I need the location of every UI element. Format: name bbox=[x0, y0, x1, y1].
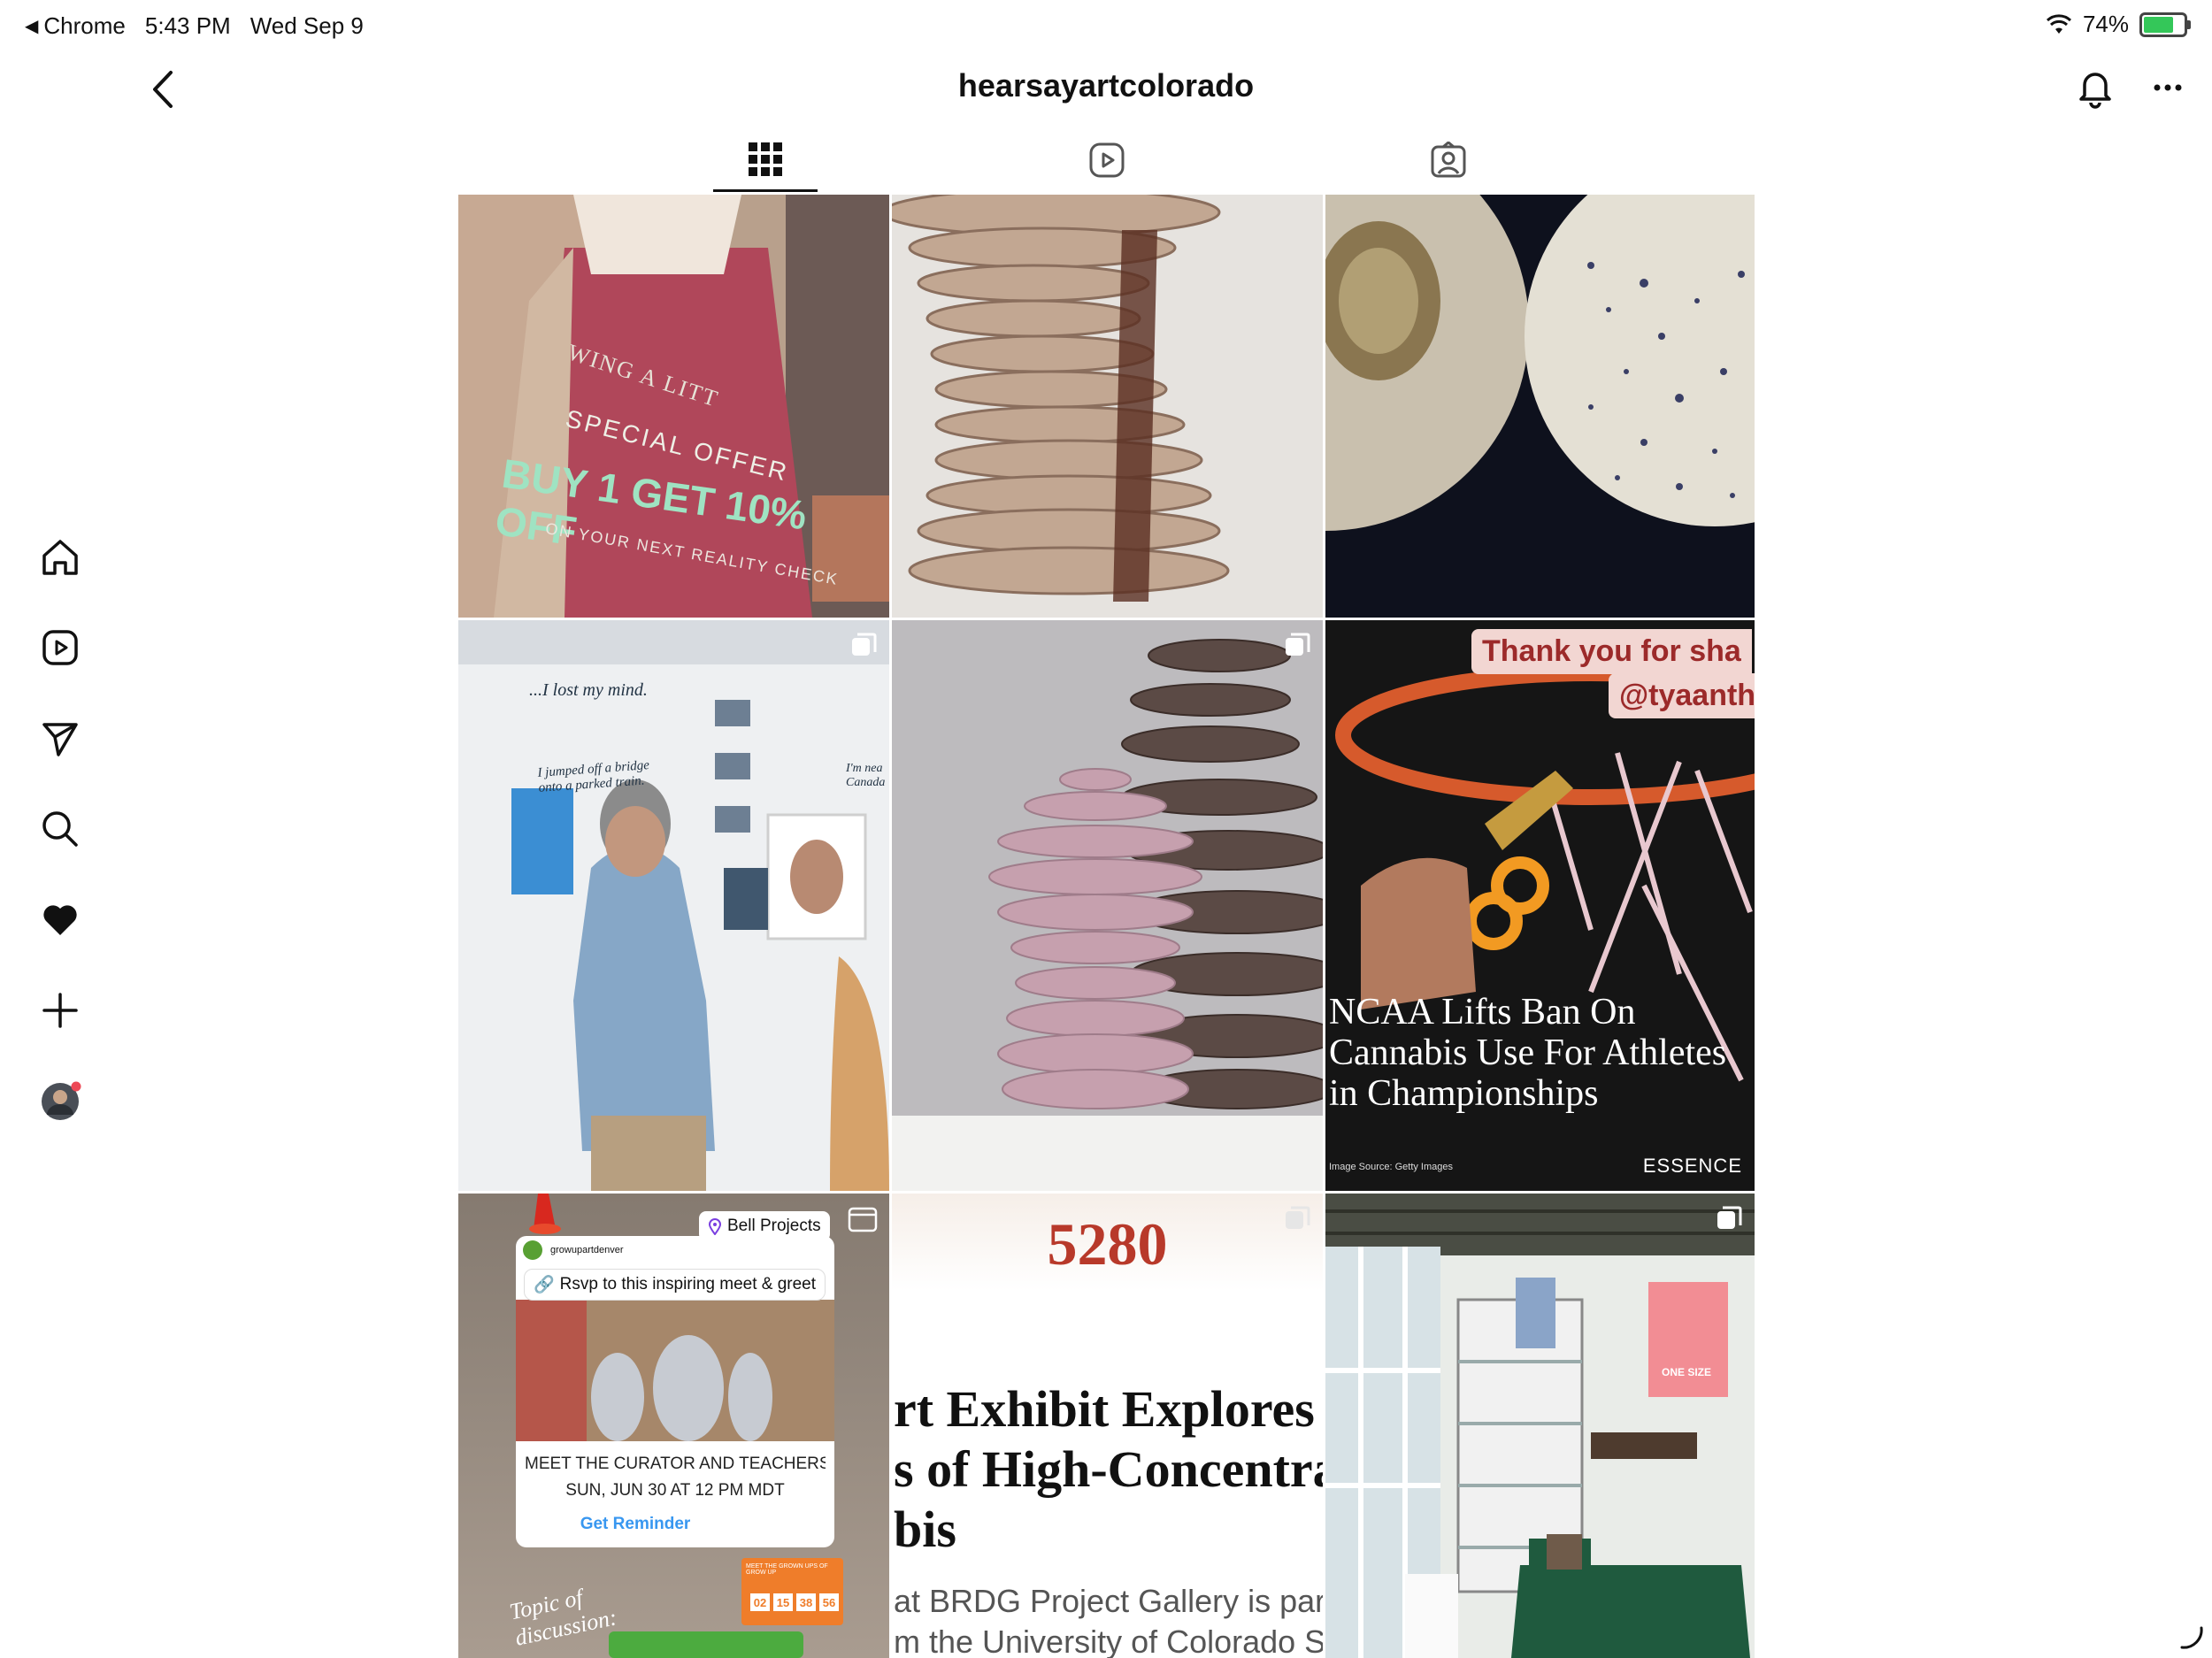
calendar-icon bbox=[848, 1207, 878, 1232]
grid-icon bbox=[749, 142, 782, 176]
back-to-app[interactable]: ◀ Chrome bbox=[25, 12, 126, 40]
post-image bbox=[458, 620, 889, 1191]
rsvp-link-sticker[interactable]: 🔗 Rsvp to this inspiring meet & greet bbox=[524, 1269, 826, 1301]
image-source: Image Source: Getty Images bbox=[1329, 1162, 1454, 1172]
sidebar-item-create[interactable] bbox=[38, 988, 82, 1032]
status-time: 5:43 PM bbox=[144, 12, 231, 39]
sidebar-item-direct[interactable] bbox=[38, 717, 82, 761]
reels-icon bbox=[1089, 142, 1125, 178]
sidebar-item-activity[interactable] bbox=[38, 897, 82, 941]
sidebar-item-profile[interactable] bbox=[38, 1079, 82, 1124]
more-options-icon[interactable] bbox=[2148, 65, 2187, 110]
post-tile-6[interactable]: Thank you for sha @tyaanth NCAA Lifts Ba… bbox=[1325, 620, 1755, 1191]
back-app-label: Chrome bbox=[43, 12, 126, 39]
post-tile-5[interactable] bbox=[892, 620, 1323, 1191]
post-tile-1[interactable]: WING A LITT SPECIAL OFFER BUY 1 GET 10% … bbox=[458, 195, 889, 618]
article-headline-line-1: rt Exhibit Explores th bbox=[894, 1380, 1323, 1438]
countdown-hours: 15 bbox=[776, 1596, 790, 1609]
get-reminder-button[interactable]: Get Reminder bbox=[525, 1515, 746, 1534]
tab-reels[interactable] bbox=[1055, 128, 1159, 192]
event-title: MEET THE CURATOR AND TEACHERS OF "G... bbox=[525, 1455, 826, 1473]
profile-avatar bbox=[42, 1081, 81, 1120]
post-tile-4[interactable]: ...I lost my mind. I jumped off a bridge… bbox=[458, 620, 889, 1191]
tab-tagged[interactable] bbox=[1396, 128, 1501, 192]
story-account: growupartdenver bbox=[522, 1240, 624, 1261]
poster-text: ONE SIZE bbox=[1662, 1366, 1712, 1378]
post-tile-8[interactable]: 5280 rt Exhibit Explores th s of High-Co… bbox=[892, 1194, 1323, 1658]
status-bar: ◀ Chrome 5:43 PM Wed Sep 9 74% bbox=[0, 0, 2212, 53]
battery-percent: 74% bbox=[2082, 11, 2129, 37]
wifi-icon bbox=[2046, 13, 2071, 34]
post-tile-2[interactable] bbox=[892, 195, 1323, 618]
location-sticker[interactable]: Bell Projects bbox=[699, 1211, 830, 1241]
post-image bbox=[1325, 195, 1755, 618]
event-date: SUN, JUN 30 AT 12 PM MDT bbox=[565, 1481, 785, 1500]
back-triangle-icon: ◀ bbox=[25, 17, 39, 36]
wall-note-3: I'm nea Canada bbox=[846, 762, 886, 789]
loading-spinner-icon bbox=[2180, 1626, 2203, 1649]
link-icon: 🔗 bbox=[534, 1276, 555, 1294]
sidebar-item-home[interactable] bbox=[38, 535, 82, 580]
create-icon bbox=[42, 993, 78, 1028]
sidebar-item-search[interactable] bbox=[38, 807, 82, 851]
carousel-icon bbox=[852, 633, 877, 656]
mention-banner: @tyaanth bbox=[1609, 673, 1755, 718]
sidebar-item-reels[interactable] bbox=[38, 626, 82, 670]
rsvp-link-label: Rsvp to this inspiring meet & greet bbox=[559, 1275, 817, 1293]
profile-tabs bbox=[458, 128, 1755, 192]
direct-icon bbox=[42, 723, 78, 756]
profile-header: hearsayartcolorado bbox=[0, 53, 2212, 124]
article-headline-line-2: s of High-Concentrati bbox=[894, 1440, 1323, 1498]
account-name: growupartdenver bbox=[550, 1245, 624, 1255]
tagged-icon bbox=[1431, 142, 1466, 178]
heart-icon bbox=[43, 905, 77, 935]
countdown-seconds: 56 bbox=[822, 1596, 836, 1609]
battery-icon bbox=[2139, 12, 2191, 37]
location-label: Bell Projects bbox=[727, 1217, 821, 1235]
article-body-line-2: m the University of Colorado Sc bbox=[894, 1623, 1323, 1658]
countdown-minutes: 38 bbox=[799, 1596, 813, 1609]
post-tile-3[interactable] bbox=[1325, 195, 1755, 618]
carousel-icon bbox=[1286, 1206, 1310, 1229]
location-pin-icon bbox=[708, 1218, 722, 1235]
countdown-days: 02 bbox=[753, 1596, 767, 1609]
carousel-icon bbox=[1286, 633, 1310, 656]
wall-note-1: ...I lost my mind. bbox=[529, 680, 648, 700]
posts-grid: WING A LITT SPECIAL OFFER BUY 1 GET 10% … bbox=[458, 195, 1755, 1658]
search-icon bbox=[42, 811, 78, 847]
article-body-line-1: at BRDG Project Gallery is part bbox=[894, 1583, 1323, 1619]
account-avatar bbox=[523, 1240, 542, 1260]
post-image bbox=[1325, 1194, 1755, 1658]
article-headline: NCAA Lifts Ban On Cannabis Use For Athle… bbox=[1329, 992, 1727, 1114]
status-date: Wed Sep 9 bbox=[250, 12, 364, 39]
post-tile-7[interactable]: Bell Projects growupartdenver 🔗 Rsvp to … bbox=[458, 1194, 889, 1658]
article-headline-line-3: bis bbox=[894, 1501, 956, 1558]
reels-icon bbox=[42, 630, 78, 665]
countdown-digits: 02 15 38 56 bbox=[750, 1596, 839, 1609]
bell-icon[interactable] bbox=[2076, 65, 2115, 110]
tab-posts-grid[interactable] bbox=[713, 128, 818, 192]
page-title: hearsayartcolorado bbox=[957, 67, 1255, 104]
post-image bbox=[892, 195, 1323, 618]
home-icon bbox=[42, 540, 78, 575]
post-image bbox=[458, 1194, 889, 1658]
post-tile-9[interactable]: ONE SIZE bbox=[1325, 1194, 1755, 1658]
magazine-logo: 5280 bbox=[1047, 1210, 1168, 1278]
essence-logo: ESSENCE bbox=[1642, 1155, 1742, 1177]
thank-you-banner: Thank you for sha bbox=[1471, 629, 1752, 674]
carousel-icon bbox=[1717, 1206, 1742, 1229]
post-image bbox=[892, 620, 1323, 1191]
countdown-label: MEET THE GROWN UPS OF GROW UP bbox=[746, 1563, 828, 1576]
